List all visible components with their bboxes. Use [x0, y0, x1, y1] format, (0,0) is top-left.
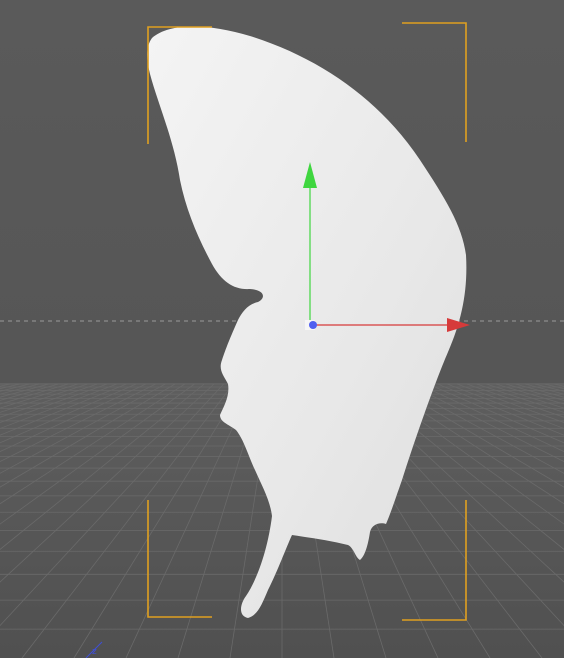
- viewport[interactable]: z: [0, 0, 564, 658]
- world-axis-label: z: [92, 647, 97, 657]
- viewport-canvas[interactable]: z: [0, 0, 564, 658]
- gizmo-z-axis-handle[interactable]: [309, 321, 317, 329]
- bracket-top-right: [402, 22, 467, 142]
